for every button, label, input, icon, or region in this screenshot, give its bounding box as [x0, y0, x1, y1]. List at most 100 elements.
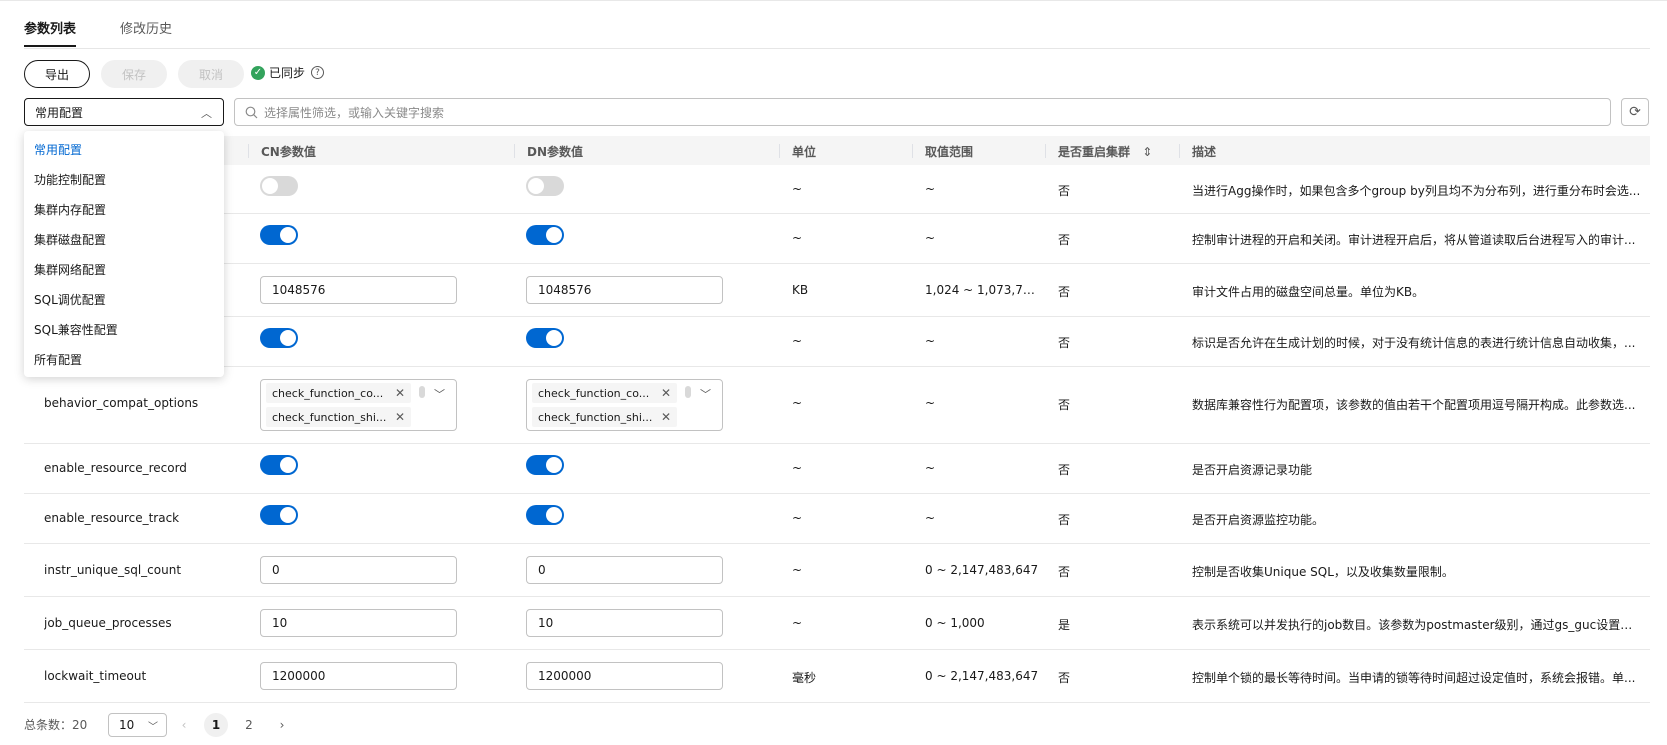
param-name: behavior_compat_options: [44, 396, 199, 410]
close-icon[interactable]: ✕: [395, 386, 405, 400]
selected-tag: check_function_shi... ✕: [266, 407, 411, 427]
range-value: 1,024 ~ 1,073,741,...: [925, 283, 1038, 297]
table-row: job_queue_processes 10 10 ~ 0 ~ 1,000 是 …: [24, 597, 1650, 650]
chevron-left-icon: ‹: [181, 718, 187, 732]
description-value: 控制是否收集Unique SQL，以及收集数量限制。: [1192, 565, 1454, 579]
help-icon[interactable]: ?: [311, 66, 325, 79]
range-value: ~: [925, 511, 936, 525]
cn-value-multiselect[interactable]: check_function_co... ✕ check_function_shi…: [260, 379, 457, 431]
config-category-value: 常用配置: [35, 105, 84, 120]
dn-value-multiselect[interactable]: check_function_co... ✕ check_function_shi…: [526, 379, 723, 431]
cn-value-input[interactable]: 0: [260, 556, 457, 584]
config-category-select[interactable]: 常用配置 ︿: [24, 98, 224, 126]
dn-value-toggle[interactable]: [526, 328, 564, 348]
search-placeholder: 选择属性筛选，或输入关键字搜索: [264, 105, 445, 120]
range-value: ~: [925, 461, 936, 475]
description-value: 数据库兼容性行为配置项，该参数的值由若干个配置项用逗号隔开构成。此参数选...: [1192, 398, 1636, 412]
selected-tag: check_function_co... ✕: [266, 383, 411, 403]
dn-value-toggle[interactable]: [526, 176, 564, 196]
table-row: 1048576 1048576 KB 1,024 ~ 1,073,741,...…: [24, 264, 1650, 317]
chevron-down-icon[interactable]: ﹀: [434, 386, 445, 402]
prev-page-button[interactable]: ‹: [172, 713, 196, 737]
unit-value: ~: [792, 563, 803, 577]
table-header: CN参数值 DN参数值 单位 取值范围 是否重启集群 ⇕ 描述: [24, 136, 1650, 165]
dn-value-input[interactable]: 1048576: [526, 276, 723, 304]
close-icon[interactable]: ✕: [661, 386, 671, 400]
column-divider: [514, 144, 515, 158]
sync-status-label: 已同步: [269, 66, 306, 80]
search-input[interactable]: 选择属性筛选，或输入关键字搜索: [234, 98, 1611, 126]
range-value: ~: [925, 396, 936, 410]
cn-value-input[interactable]: 1200000: [260, 662, 457, 690]
dropdown-option[interactable]: SQL兼容性配置: [34, 321, 118, 338]
chevron-down-icon: ﹀: [148, 722, 158, 733]
cn-value-toggle[interactable]: [260, 328, 298, 348]
cn-value-toggle[interactable]: [260, 176, 298, 196]
dn-value-toggle[interactable]: [526, 505, 564, 525]
page-size-select[interactable]: 10 ﹀: [108, 713, 167, 737]
description-value: 当进行Agg操作时，如果包含多个group by列且均不为分布列，进行重分布时会…: [1192, 184, 1641, 198]
dropdown-option[interactable]: SQL调优配置: [34, 291, 106, 308]
cn-value-input[interactable]: 1048576: [260, 276, 457, 304]
dn-value-input[interactable]: 0: [526, 556, 723, 584]
tab-parameter-list[interactable]: 参数列表: [24, 18, 77, 47]
restart-value: 否: [1058, 285, 1071, 299]
close-icon[interactable]: ✕: [661, 410, 671, 424]
range-value: ~: [925, 334, 936, 348]
table-row: enable_resource_track ~ ~ 否 是否开启资源监控功能。: [24, 494, 1650, 544]
refresh-icon: ⟳: [1629, 104, 1641, 120]
total-count: 总条数：20: [24, 718, 88, 732]
range-value: 0 ~ 2,147,483,647: [925, 563, 1039, 577]
refresh-button[interactable]: ⟳: [1621, 98, 1649, 126]
param-name: enable_resource_track: [44, 511, 180, 525]
dn-value-text: 1048576: [538, 283, 592, 297]
export-button[interactable]: 导出: [24, 60, 90, 88]
tab-modify-history[interactable]: 修改历史: [120, 18, 172, 37]
sync-status: ✓ 已同步 ?: [251, 64, 325, 81]
cn-value-toggle[interactable]: [260, 505, 298, 525]
column-divider: [1179, 144, 1180, 158]
config-category-dropdown: 常用配置 功能控制配置 集群内存配置 集群磁盘配置 集群网络配置 SQL调优配置…: [24, 131, 224, 377]
chevron-down-icon[interactable]: ﹀: [700, 386, 711, 402]
sort-icon[interactable]: ⇕: [1142, 145, 1152, 159]
table-row: lockwait_timeout 1200000 1200000 毫秒 0 ~ …: [24, 650, 1650, 703]
dropdown-option[interactable]: 功能控制配置: [34, 171, 106, 188]
next-page-button[interactable]: ›: [270, 713, 294, 737]
table-row: behavior_compat_options check_function_c…: [24, 367, 1650, 444]
dn-value-input[interactable]: 10: [526, 609, 723, 637]
unit-value: 毫秒: [792, 671, 817, 685]
dropdown-option[interactable]: 集群内存配置: [34, 201, 106, 218]
scroll-indicator[interactable]: [419, 386, 425, 398]
page-1-button[interactable]: 1: [204, 713, 228, 737]
description-value: 是否开启资源记录功能: [1192, 463, 1313, 477]
dropdown-option[interactable]: 集群网络配置: [34, 261, 106, 278]
scroll-indicator[interactable]: [685, 386, 691, 398]
dn-value-toggle[interactable]: [526, 225, 564, 245]
cancel-button[interactable]: 取消: [178, 60, 244, 88]
cn-value-toggle[interactable]: [260, 225, 298, 245]
cn-value-input[interactable]: 10: [260, 609, 457, 637]
close-icon[interactable]: ✕: [395, 410, 405, 424]
dropdown-option[interactable]: 所有配置: [34, 351, 82, 368]
page-2-button[interactable]: 2: [237, 713, 261, 737]
restart-value: 否: [1058, 233, 1071, 247]
save-button[interactable]: 保存: [101, 60, 167, 88]
dropdown-option[interactable]: 集群磁盘配置: [34, 231, 106, 248]
range-value: 0 ~ 2,147,483,647: [925, 669, 1039, 683]
dropdown-option[interactable]: 常用配置: [34, 141, 82, 158]
dn-value-input[interactable]: 1200000: [526, 662, 723, 690]
column-restart[interactable]: 是否重启集群 ⇕: [1058, 143, 1152, 160]
unit-value: ~: [792, 511, 803, 525]
cn-value-toggle[interactable]: [260, 455, 298, 475]
cn-value-text: 1048576: [272, 283, 326, 297]
dn-value-text: 10: [538, 616, 554, 630]
restart-value: 否: [1058, 398, 1071, 412]
restart-value: 否: [1058, 671, 1071, 685]
description-value: 审计文件占用的磁盘空间总量。单位为KB。: [1192, 285, 1425, 299]
description-value: 控制单个锁的最长等待时间。当申请的锁等待时间超过设定值时，系统会报错。单...: [1192, 671, 1636, 685]
column-restart-label: 是否重启集群: [1058, 145, 1131, 159]
dn-value-toggle[interactable]: [526, 455, 564, 475]
cn-value-text: 10: [272, 616, 288, 630]
param-name: enable_resource_record: [44, 461, 187, 475]
cn-value-text: 0: [272, 563, 280, 577]
